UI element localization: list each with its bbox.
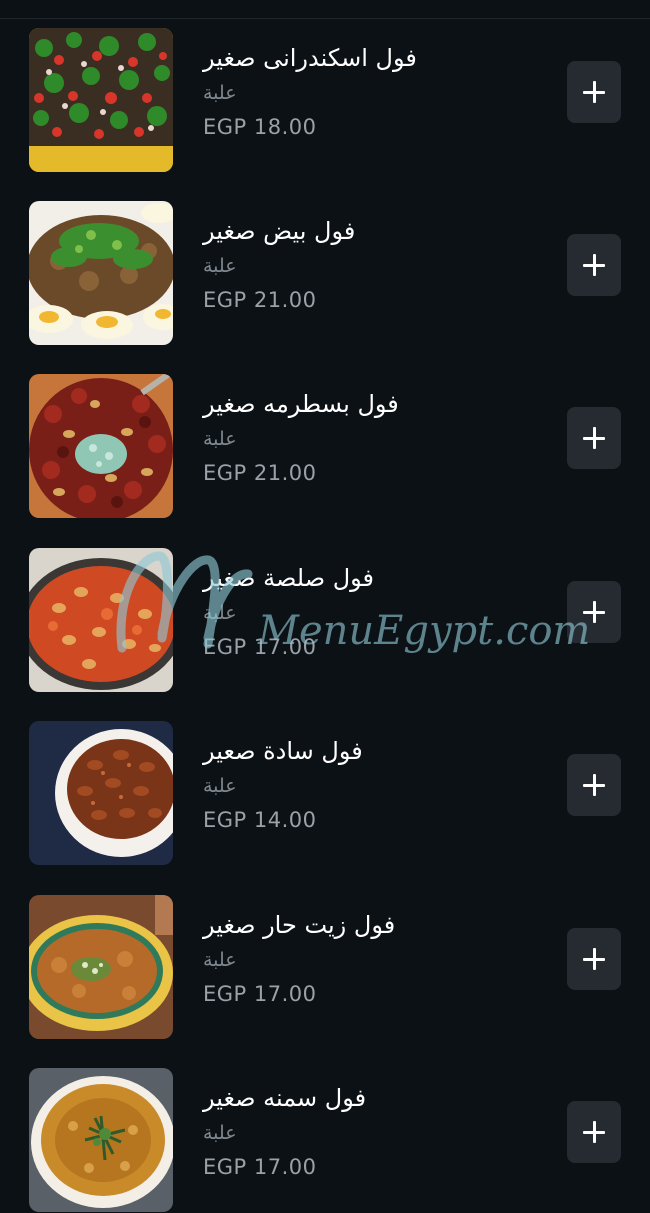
item-price: EGP 21.00 — [203, 461, 317, 485]
food-photo — [29, 201, 173, 345]
food-photo — [29, 28, 173, 172]
menu-item[interactable]: فول بسطرمه صغير علبة EGP 21.00 — [0, 374, 650, 519]
item-image-plain-foul — [29, 721, 173, 865]
item-name: فول سمنه صغير — [203, 1084, 367, 1112]
plus-icon — [583, 1121, 605, 1143]
plus-icon — [583, 427, 605, 449]
plus-icon — [583, 948, 605, 970]
plus-icon — [583, 774, 605, 796]
item-image-alexandrian-foul — [29, 28, 173, 172]
add-to-cart-button[interactable] — [567, 581, 621, 643]
plus-icon — [583, 81, 605, 103]
item-price: EGP 17.00 — [203, 982, 317, 1006]
add-to-cart-button[interactable] — [567, 61, 621, 123]
plus-icon — [583, 254, 605, 276]
item-price: EGP 18.00 — [203, 115, 317, 139]
item-image-foul-with-ghee — [29, 1068, 173, 1212]
menu-item[interactable]: فول بيض صغير علبة EGP 21.00 — [0, 201, 650, 346]
item-unit: علبة — [203, 255, 237, 277]
plus-icon — [583, 601, 605, 623]
item-price: EGP 21.00 — [203, 288, 317, 312]
item-image-foul-with-pastrami — [29, 374, 173, 518]
item-price: EGP 14.00 — [203, 808, 317, 832]
item-unit: علبة — [203, 602, 237, 624]
menu-item[interactable]: فول صلصة صغير علبة EGP 17.00 — [0, 548, 650, 693]
add-to-cart-button[interactable] — [567, 754, 621, 816]
item-unit: علبة — [203, 949, 237, 971]
menu-item[interactable]: فول اسكندرانى صغير علبة EGP 18.00 — [0, 28, 650, 173]
item-name: فول صلصة صغير — [203, 564, 375, 592]
item-unit: علبة — [203, 428, 237, 450]
item-unit: علبة — [203, 1122, 237, 1144]
top-divider — [0, 18, 650, 19]
food-photo — [29, 548, 173, 692]
item-unit: علبة — [203, 775, 237, 797]
menu-item[interactable]: فول سادة صعير علبة EGP 14.00 — [0, 721, 650, 866]
item-name: فول اسكندرانى صغير — [203, 44, 417, 72]
add-to-cart-button[interactable] — [567, 234, 621, 296]
item-price: EGP 17.00 — [203, 635, 317, 659]
add-to-cart-button[interactable] — [567, 407, 621, 469]
item-image-foul-with-tomato-sauce — [29, 548, 173, 692]
item-name: فول بسطرمه صغير — [203, 390, 399, 418]
menu-item[interactable]: فول زيت حار صغير علبة EGP 17.00 — [0, 895, 650, 1040]
menu-item[interactable]: فول سمنه صغير علبة EGP 17.00 — [0, 1068, 650, 1213]
food-photo — [29, 1068, 173, 1212]
food-photo — [29, 895, 173, 1039]
add-to-cart-button[interactable] — [567, 1101, 621, 1163]
item-image-foul-with-eggs — [29, 201, 173, 345]
food-photo — [29, 721, 173, 865]
add-to-cart-button[interactable] — [567, 928, 621, 990]
item-price: EGP 17.00 — [203, 1155, 317, 1179]
item-image-foul-hot-oil — [29, 895, 173, 1039]
food-photo — [29, 374, 173, 518]
item-name: فول بيض صغير — [203, 217, 356, 245]
item-unit: علبة — [203, 82, 237, 104]
item-name: فول زيت حار صغير — [203, 911, 396, 939]
item-name: فول سادة صعير — [203, 737, 363, 765]
